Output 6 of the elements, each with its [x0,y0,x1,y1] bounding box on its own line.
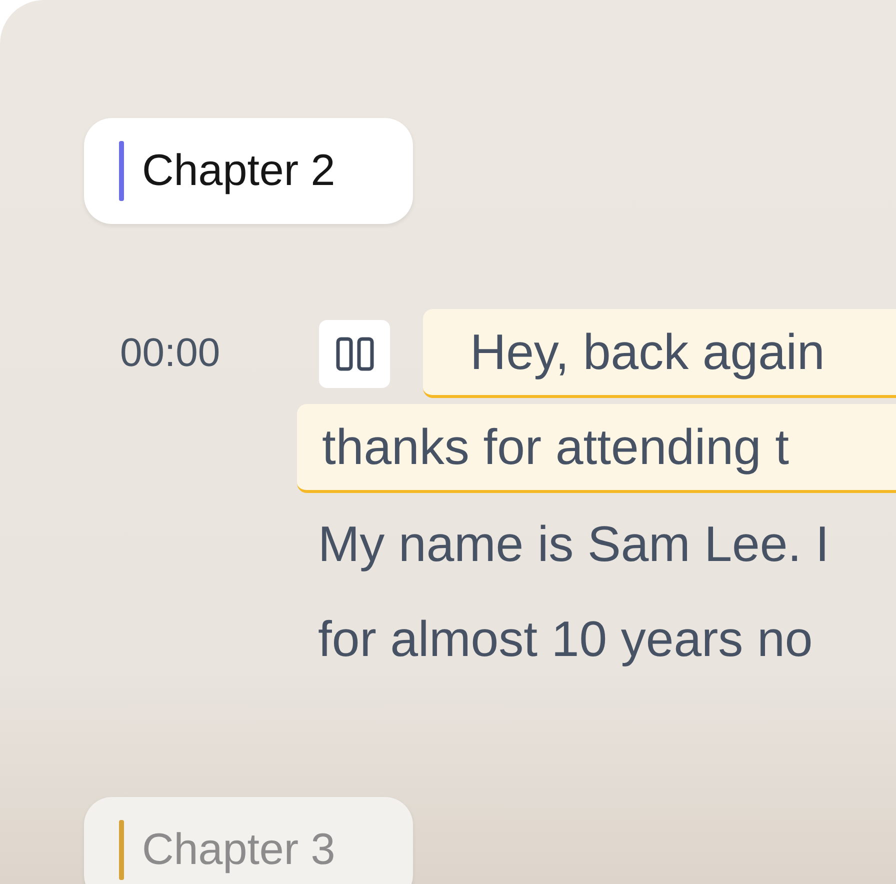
pause-button[interactable] [319,320,390,388]
chapter-heading[interactable]: Chapter 2 [84,118,413,224]
transcript-line: My name is Sam Lee. I [317,514,830,574]
pause-icon [334,336,374,372]
transcript-line: for almost 10 years no [317,610,814,668]
timestamp: 00:00 [120,331,220,376]
